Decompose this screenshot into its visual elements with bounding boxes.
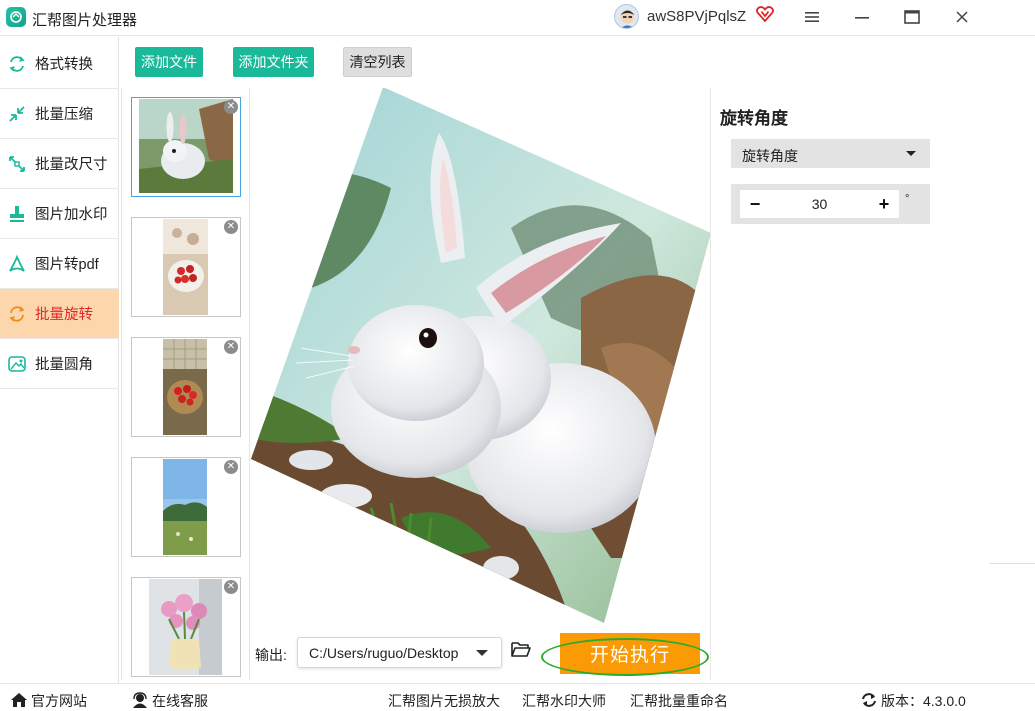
sidebar-item-label: 批量旋转: [35, 307, 93, 323]
footer-link-watermark[interactable]: 汇帮水印大师: [522, 691, 606, 711]
user-avatar[interactable]: [614, 4, 639, 29]
official-site-link[interactable]: 官方网站: [10, 691, 87, 711]
rotation-angle-group: − 30 +: [731, 184, 930, 224]
clear-list-button[interactable]: 清空列表: [343, 47, 412, 77]
sidebar: 格式转换 批量压缩 批量改尺寸 图片加水印 图片转pdf 批量旋转 批量圆角: [0, 37, 119, 683]
footer-link-upscale[interactable]: 汇帮图片无损放大: [388, 691, 500, 711]
output-path-select[interactable]: C:/Users/ruguo/Desktop: [297, 637, 502, 668]
remove-thumbnail-button[interactable]: ✕: [224, 580, 238, 594]
rotation-mode-select[interactable]: 旋转角度: [731, 139, 930, 168]
thumbnail-item[interactable]: ✕: [131, 457, 241, 557]
sidebar-item-watermark[interactable]: 图片加水印: [0, 189, 119, 239]
preview-canvas: [251, 88, 711, 623]
thumbnail-item[interactable]: ✕: [131, 97, 241, 197]
thumbnail-image: [163, 219, 208, 315]
add-file-button[interactable]: 添加文件: [135, 47, 203, 77]
thumbnail-list: ✕ ✕ ✕ ✕ ✕: [121, 88, 250, 680]
degree-unit: °: [905, 193, 910, 205]
rotated-image-preview: [251, 88, 711, 623]
rotation-angle-value[interactable]: 30: [770, 196, 869, 212]
app-logo-icon: [6, 7, 26, 27]
watermark-icon: [6, 203, 28, 225]
sidebar-item-label: 图片加水印: [35, 207, 108, 223]
version-label: 版本：4.3.0.0: [881, 693, 966, 709]
sidebar-item-label: 批量压缩: [35, 107, 93, 123]
menu-icon[interactable]: [795, 3, 829, 31]
format-convert-icon: [6, 53, 28, 75]
service-agent-icon: [131, 691, 152, 711]
output-label: 输出:: [255, 647, 287, 663]
footer: 官方网站 在线客服 汇帮图片无损放大 汇帮水印大师 汇帮批量重命名 版本：4.3…: [0, 683, 1035, 711]
sidebar-item-format-convert[interactable]: 格式转换: [0, 39, 119, 89]
chevron-down-icon: [906, 151, 916, 156]
thumbnail-image: [163, 459, 207, 555]
user-name[interactable]: awS8PVjPqlsZ: [647, 8, 746, 25]
maximize-icon[interactable]: [895, 3, 929, 31]
sidebar-item-resize[interactable]: 批量改尺寸: [0, 139, 119, 189]
title-bar: 汇帮图片处理器 awS8PVjPqlsZ: [0, 0, 1035, 36]
online-service-link[interactable]: 在线客服: [131, 691, 208, 711]
start-button[interactable]: 开始执行: [560, 633, 700, 674]
remove-thumbnail-button[interactable]: ✕: [224, 220, 238, 234]
chevron-down-icon: [476, 650, 488, 656]
sidebar-item-rotate[interactable]: 批量旋转: [0, 289, 119, 339]
thumbnail-image: [139, 99, 233, 193]
increment-button[interactable]: +: [871, 192, 897, 216]
settings-title: 旋转角度: [720, 109, 788, 128]
home-icon: [10, 692, 31, 711]
round-corner-icon: [6, 353, 28, 375]
thumbnail-item[interactable]: ✕: [131, 337, 241, 437]
thumbnail-image: [149, 579, 222, 675]
compress-icon: [6, 103, 28, 125]
thumbnail-image: [163, 339, 207, 435]
add-folder-button[interactable]: 添加文件夹: [233, 47, 314, 77]
rotate-icon: [6, 303, 28, 325]
sidebar-item-label: 批量圆角: [35, 357, 93, 373]
output-path-value: C:/Users/ruguo/Desktop: [309, 645, 459, 661]
remove-thumbnail-button[interactable]: ✕: [224, 340, 238, 354]
sidebar-item-compress[interactable]: 批量压缩: [0, 89, 119, 139]
online-service-label: 在线客服: [152, 693, 208, 709]
remove-thumbnail-button[interactable]: ✕: [224, 460, 238, 474]
sidebar-item-label: 格式转换: [35, 57, 93, 73]
sidebar-item-label: 图片转pdf: [35, 257, 99, 273]
folder-open-icon[interactable]: [511, 641, 531, 661]
remove-thumbnail-button[interactable]: ✕: [224, 100, 238, 114]
vip-heart-icon[interactable]: [756, 6, 774, 25]
panel-divider: [710, 88, 711, 680]
minimize-icon[interactable]: [845, 3, 879, 31]
app-title: 汇帮图片处理器: [32, 12, 138, 29]
resize-icon: [6, 153, 28, 175]
rotation-angle-stepper[interactable]: − 30 +: [740, 190, 899, 218]
official-site-label: 官方网站: [31, 693, 87, 709]
sidebar-item-label: 批量改尺寸: [35, 157, 108, 173]
thumbnail-item[interactable]: ✕: [131, 217, 241, 317]
close-icon[interactable]: [945, 3, 979, 31]
footer-link-rename[interactable]: 汇帮批量重命名: [630, 691, 728, 711]
sidebar-item-round-corner[interactable]: 批量圆角: [0, 339, 119, 389]
decrement-button[interactable]: −: [742, 192, 768, 216]
version-info[interactable]: 版本：4.3.0.0: [860, 691, 966, 711]
refresh-icon: [860, 692, 881, 711]
rotation-mode-value: 旋转角度: [742, 148, 798, 164]
sidebar-item-to-pdf[interactable]: 图片转pdf: [0, 239, 119, 289]
decorative-line: [990, 563, 1035, 564]
pdf-icon: [6, 253, 28, 275]
thumbnail-item[interactable]: ✕: [131, 577, 241, 677]
